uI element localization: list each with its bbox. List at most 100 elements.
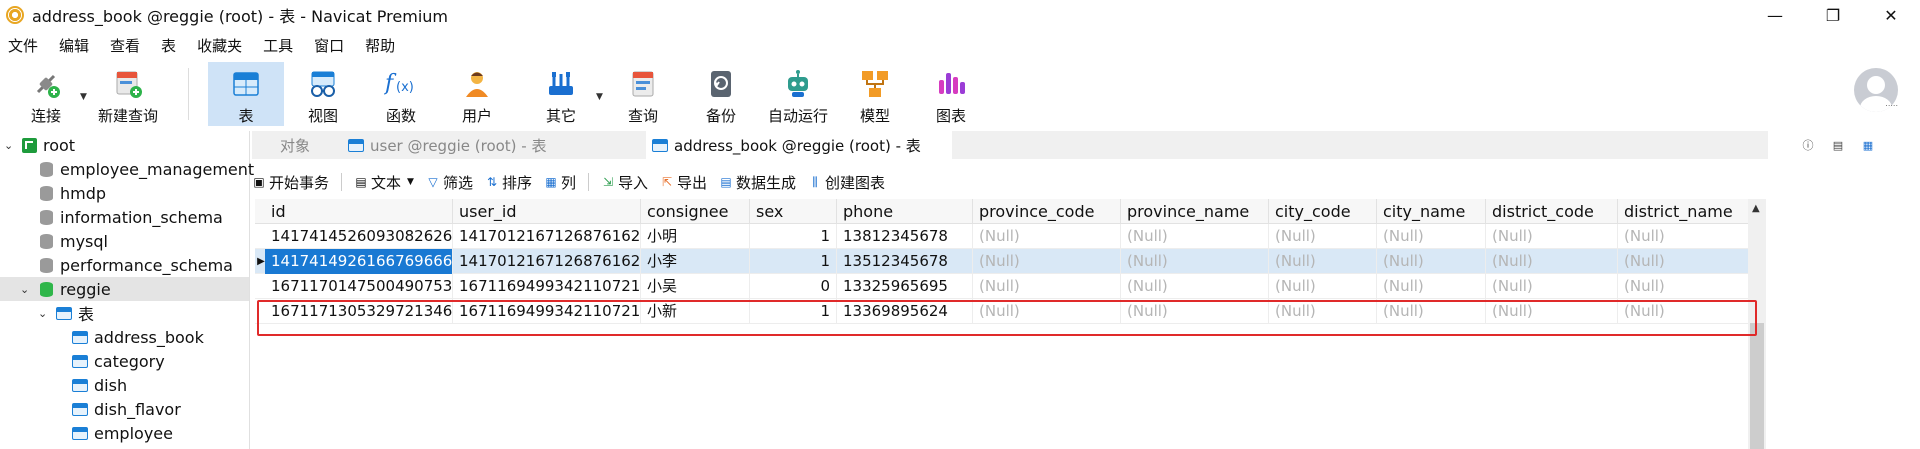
tree-item-tables-folder[interactable]: ⌄ 表 [0, 301, 249, 325]
table-button[interactable]: 表 [208, 62, 284, 126]
cell-district-name[interactable]: (Null) [1618, 274, 1751, 299]
column-header-province-name[interactable]: province_name [1121, 199, 1269, 224]
begin-transaction-button[interactable]: ▣ 开始事务 [252, 172, 329, 193]
table-row-selected[interactable]: ▶ 1417414926166769666 141701216712687616… [255, 249, 1751, 274]
cell-city-code[interactable]: (Null) [1269, 274, 1377, 299]
column-header-phone[interactable]: phone [837, 199, 973, 224]
cell-consignee[interactable]: 小新 [641, 299, 750, 324]
view-button[interactable]: 视图 [292, 62, 354, 126]
cell-phone[interactable]: 13812345678 [837, 224, 973, 249]
menu-table[interactable]: 表 [153, 35, 187, 56]
cell-province-code[interactable]: (Null) [973, 299, 1121, 324]
other-button[interactable]: 其它 [530, 62, 592, 126]
cell-province-name[interactable]: (Null) [1121, 274, 1269, 299]
chart-button[interactable]: 图表 [920, 62, 982, 126]
panel-layout-icon[interactable]: ▦ [1860, 137, 1876, 153]
cell-city-name[interactable]: (Null) [1377, 224, 1486, 249]
new-query-button[interactable]: 新建查询 [96, 62, 160, 126]
tree-item-table[interactable]: address_book [0, 325, 249, 349]
cell-city-code[interactable]: (Null) [1269, 249, 1377, 274]
cell-province-code[interactable]: (Null) [973, 224, 1121, 249]
cell-city-code[interactable]: (Null) [1269, 299, 1377, 324]
column-header-id[interactable]: id [265, 199, 453, 224]
other-dropdown-caret-icon[interactable]: ▼ [596, 92, 603, 102]
tree-item-table[interactable]: category [0, 349, 249, 373]
cell-user-id[interactable]: 1417012167126876162 [453, 249, 641, 274]
cell-consignee[interactable]: 小李 [641, 249, 750, 274]
cell-sex[interactable]: 0 [750, 274, 837, 299]
tree-item-table[interactable]: dish [0, 373, 249, 397]
query-button[interactable]: 查询 [612, 62, 674, 126]
menu-view[interactable]: 查看 [102, 35, 151, 56]
cell-id[interactable]: 1671170147500490753 [265, 274, 453, 299]
menu-file[interactable]: 文件 [0, 35, 49, 56]
cell-consignee[interactable]: 小吴 [641, 274, 750, 299]
scroll-up-arrow-icon[interactable]: ▲ [1752, 203, 1760, 214]
menu-edit[interactable]: 编辑 [51, 35, 100, 56]
cell-district-code[interactable]: (Null) [1486, 224, 1618, 249]
cell-city-code[interactable]: (Null) [1269, 224, 1377, 249]
column-header-district-name[interactable]: district_name [1618, 199, 1751, 224]
columns-button[interactable]: ▦ 列 [544, 172, 576, 193]
cell-city-name[interactable]: (Null) [1377, 299, 1486, 324]
info-icon[interactable]: ⓘ [1800, 137, 1816, 153]
cell-sex[interactable]: 1 [750, 224, 837, 249]
table-row[interactable]: 1671170147500490753 1671169499342110721 … [255, 274, 1751, 299]
column-header-consignee[interactable]: consignee [641, 199, 750, 224]
export-button[interactable]: ⇱ 导出 [660, 172, 707, 193]
text-button[interactable]: ▤ 文本 ▼ [354, 172, 414, 193]
sort-button[interactable]: ⇅ 排序 [485, 172, 532, 193]
tree-item-database-selected[interactable]: ⌄ reggie [0, 277, 249, 301]
tab-address-book-table[interactable]: address_book @reggie (root) - 表 [646, 131, 952, 159]
column-header-province-code[interactable]: province_code [973, 199, 1121, 224]
tree-item-table[interactable]: employee [0, 421, 249, 445]
filter-button[interactable]: ▽ 筛选 [426, 172, 473, 193]
minimize-button[interactable]: — [1746, 0, 1804, 30]
tree-item-database[interactable]: information_schema [0, 205, 249, 229]
cell-phone[interactable]: 13325965695 [837, 274, 973, 299]
menu-tools[interactable]: 工具 [255, 35, 304, 56]
cell-district-name[interactable]: (Null) [1618, 299, 1751, 324]
menu-favorites[interactable]: 收藏夹 [189, 35, 253, 56]
auto-run-button[interactable]: 自动运行 [762, 62, 834, 126]
import-button[interactable]: ⇲ 导入 [601, 172, 648, 193]
vertical-scrollbar[interactable]: ▲ [1748, 199, 1766, 449]
menu-window[interactable]: 窗口 [306, 35, 355, 56]
cell-consignee[interactable]: 小明 [641, 224, 750, 249]
scrollbar-thumb[interactable] [1750, 323, 1764, 449]
cell-district-code[interactable]: (Null) [1486, 274, 1618, 299]
tree-item-database[interactable]: mysql [0, 229, 249, 253]
cell-city-name[interactable]: (Null) [1377, 249, 1486, 274]
tree-item-table[interactable]: dish_flavor [0, 397, 249, 421]
cell-id-selected[interactable]: 1417414926166769666 [265, 249, 453, 274]
cell-province-name[interactable]: (Null) [1121, 224, 1269, 249]
chevron-down-icon[interactable]: ⌄ [20, 283, 29, 296]
cell-user-id[interactable]: 1671169499342110721 [453, 299, 641, 324]
tree-item-database[interactable]: employee_management [0, 157, 254, 181]
cell-user-id[interactable]: 1417012167126876162 [453, 224, 641, 249]
ddl-icon[interactable]: ▤ [1830, 137, 1846, 153]
chevron-down-icon[interactable]: ⌄ [4, 139, 13, 152]
column-header-city-code[interactable]: city_code [1269, 199, 1377, 224]
tab-objects[interactable]: 对象 [252, 131, 338, 159]
table-row-new[interactable]: 1671171305329721346 1671169499342110721 … [255, 299, 1751, 324]
column-header-user-id[interactable]: user_id [453, 199, 641, 224]
table-row[interactable]: 1417414526093082626 1417012167126876162 … [255, 224, 1751, 249]
cell-phone[interactable]: 13512345678 [837, 249, 973, 274]
cell-province-name[interactable]: (Null) [1121, 249, 1269, 274]
column-header-city-name[interactable]: city_name [1377, 199, 1486, 224]
cell-sex[interactable]: 1 [750, 249, 837, 274]
cell-district-name[interactable]: (Null) [1618, 249, 1751, 274]
data-generation-button[interactable]: ▤ 数据生成 [719, 172, 796, 193]
user-button[interactable]: 用户 [446, 62, 508, 126]
cell-sex[interactable]: 1 [750, 299, 837, 324]
maximize-button[interactable]: ❐ [1804, 0, 1862, 30]
column-header-sex[interactable]: sex [750, 199, 837, 224]
cell-phone[interactable]: 13369895624 [837, 299, 973, 324]
cell-city-name[interactable]: (Null) [1377, 274, 1486, 299]
tab-user-table[interactable]: user @reggie (root) - 表 [342, 131, 642, 159]
connect-dropdown-caret-icon[interactable]: ▼ [80, 92, 87, 102]
cell-province-code[interactable]: (Null) [973, 274, 1121, 299]
cell-id[interactable]: 1671171305329721346 [265, 299, 453, 324]
cell-user-id[interactable]: 1671169499342110721 [453, 274, 641, 299]
